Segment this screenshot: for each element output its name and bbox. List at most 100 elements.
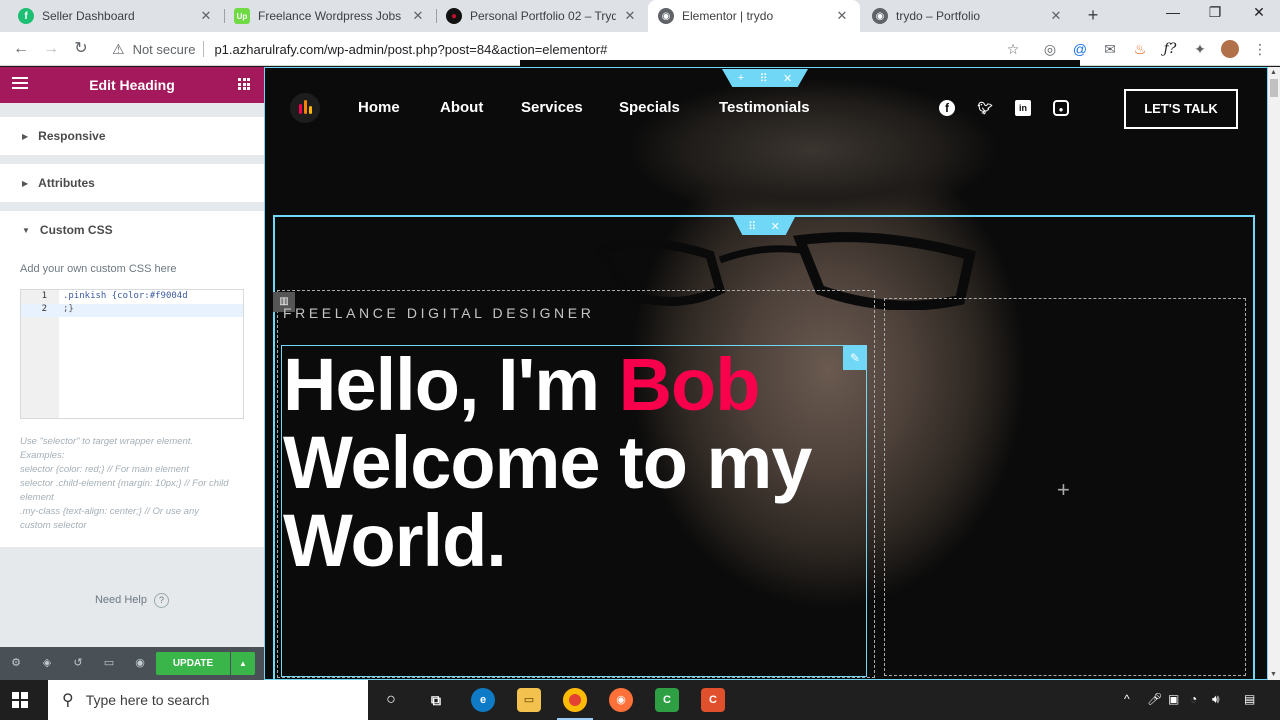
url-text[interactable]: p1.azharulrafy.com/wp-admin/post.php?pos… [214, 42, 607, 57]
add-section-icon[interactable]: + [738, 72, 744, 84]
volume-icon[interactable]: 🔊︎ [1212, 692, 1220, 707]
update-options-caret-icon[interactable]: ▲ [231, 652, 255, 675]
site-logo[interactable] [290, 93, 320, 123]
canvas-scrollbar[interactable]: ▲ ▼ [1268, 67, 1280, 680]
scroll-up-icon[interactable]: ▲ [1270, 69, 1277, 76]
css-code-editor[interactable]: 1 .pinkish {color:#f9004d 2 ;} [20, 289, 244, 419]
update-button[interactable]: UPDATE [156, 652, 230, 675]
mail-icon[interactable]: ✉ [1101, 40, 1119, 58]
scroll-thumb[interactable] [1270, 79, 1278, 97]
profile-avatar[interactable] [1221, 40, 1239, 58]
panel-header: Edit Heading [0, 67, 264, 103]
linkedin-icon[interactable]: in [1015, 100, 1031, 116]
minimize-icon[interactable]: — [1158, 4, 1188, 20]
section-responsive[interactable]: ▶ Responsive [0, 117, 264, 155]
search-placeholder[interactable]: Type here to search [86, 692, 210, 708]
widgets-grid-icon[interactable] [238, 78, 250, 90]
drag-handle-icon[interactable]: ⠿ [760, 72, 768, 85]
section-handle-inner[interactable]: ⠿ ✕ [733, 217, 795, 235]
puzzle-icon[interactable]: ✦ [1191, 40, 1209, 58]
heading-intro: Hello, I'm [283, 343, 619, 426]
camtasia-green-icon[interactable]: C [655, 688, 679, 712]
network-icon[interactable]: ▣ [1168, 692, 1179, 706]
hero-heading[interactable]: Hello, I'm Bob Welcome to my World. [283, 346, 863, 580]
file-explorer-icon[interactable]: ▭ [517, 688, 541, 712]
responsive-desktop-icon[interactable]: ▭ [102, 656, 116, 670]
lets-talk-button[interactable]: LET'S TALK [1124, 89, 1238, 129]
forward-icon[interactable]: → [40, 38, 62, 60]
code-text[interactable]: .pinkish {color:#f9004d [63, 291, 188, 301]
extension-fx-icon[interactable]: ƒ? [1161, 40, 1179, 58]
preview-eye-icon[interactable]: ◉ [133, 656, 147, 670]
fiverr-favicon-icon: f [18, 8, 34, 24]
facebook-icon[interactable]: f [939, 100, 955, 116]
taskbar-search[interactable]: ⚲ Type here to search [48, 680, 368, 720]
instagram-icon[interactable]: ● [1053, 100, 1069, 116]
firefox-icon[interactable]: ◉ [609, 688, 633, 712]
chrome-icon[interactable] [557, 688, 593, 720]
nav-home[interactable]: Home [358, 99, 400, 116]
kebab-menu-icon[interactable]: ⋮ [1251, 40, 1269, 58]
add-widget-icon[interactable]: + [1057, 477, 1070, 503]
browser-tab[interactable]: f Seller Dashboard ✕ [8, 0, 224, 32]
navigator-layers-icon[interactable]: ◈ [40, 656, 54, 670]
delete-section-icon[interactable]: ✕ [783, 72, 792, 85]
microphone-icon[interactable]: 🎤︎ [1147, 692, 1162, 706]
twitter-icon[interactable]: 🐦︎ [977, 100, 993, 116]
back-icon[interactable]: ← [10, 38, 32, 60]
need-help-label[interactable]: Need Help [95, 594, 147, 606]
close-tab-icon[interactable]: ✕ [834, 8, 850, 24]
browser-tab-active[interactable]: ◉ Elementor | trydo ✕ [648, 0, 860, 32]
nav-about[interactable]: About [440, 99, 483, 116]
browser-tab[interactable]: Up Freelance Wordpress Jobs Onl ✕ [224, 0, 436, 32]
extension-circle-icon[interactable]: ◎ [1041, 40, 1059, 58]
section-handle-top[interactable]: + ⠿ ✕ [722, 69, 808, 87]
help-line: selector {color: red;} // For main eleme… [20, 464, 189, 475]
code-line[interactable]: 1 .pinkish {color:#f9004d [21, 291, 243, 304]
close-tab-icon[interactable]: ✕ [410, 8, 426, 24]
section-label: Custom CSS [39, 223, 113, 237]
settings-gear-icon[interactable]: ⚙ [9, 656, 23, 670]
camtasia-red-icon[interactable]: C [701, 688, 725, 712]
section-label: Attributes [38, 176, 95, 190]
scroll-down-icon[interactable]: ▼ [1270, 671, 1277, 678]
task-view-icon[interactable]: ⧉ [424, 688, 448, 712]
new-tab-icon[interactable]: + [1084, 6, 1102, 24]
tray-up-arrow-icon[interactable]: ^ [1124, 692, 1130, 706]
reload-icon[interactable]: ↻ [70, 38, 92, 60]
question-icon[interactable]: ? [154, 593, 170, 608]
code-line[interactable]: 2 ;} [21, 304, 243, 317]
hamburger-menu-icon[interactable] [12, 77, 28, 92]
notification-icon[interactable]: ▤ [1244, 692, 1255, 706]
security-label[interactable]: Not secure [133, 42, 196, 57]
windows-start-icon[interactable] [12, 692, 28, 708]
close-tab-icon[interactable]: ✕ [1048, 8, 1064, 24]
close-window-icon[interactable]: ✕ [1244, 4, 1274, 21]
code-text[interactable]: ;} [63, 304, 74, 314]
heading-name: Bob [618, 343, 761, 426]
drag-handle-icon[interactable]: ⠿ [748, 220, 756, 233]
section-custom-css[interactable]: ▼ Custom CSS [0, 211, 264, 249]
delete-section-icon[interactable]: ✕ [771, 220, 780, 233]
nav-testimonials[interactable]: Testimonials [719, 99, 810, 116]
wifi-icon[interactable]: ◔ [1190, 692, 1197, 706]
browser-tab[interactable]: ● Personal Portfolio 02 – Trydo ✕ [436, 0, 648, 32]
hero-subheading[interactable]: FREELANCE DIGITAL DESIGNER [283, 305, 594, 321]
need-help-link[interactable]: Need Help ? [0, 593, 264, 608]
tab-title: Elementor | trydo [682, 9, 774, 23]
maximize-icon[interactable]: ❐ [1200, 4, 1230, 21]
section-attributes[interactable]: ▶ Attributes [0, 164, 264, 202]
close-tab-icon[interactable]: ✕ [622, 8, 638, 24]
extension-at-icon[interactable]: @ [1071, 40, 1089, 58]
cortana-icon[interactable]: ○ [379, 688, 403, 712]
help-line: Examples: [20, 450, 65, 461]
nav-specials[interactable]: Specials [619, 99, 680, 116]
edge-icon[interactable]: e [471, 688, 495, 712]
warning-icon[interactable]: ⚠ [112, 41, 125, 58]
browser-tab[interactable]: ◉ trydo – Portfolio ✕ [862, 0, 1074, 32]
history-icon[interactable]: ↺ [71, 656, 85, 670]
nav-services[interactable]: Services [521, 99, 583, 116]
close-tab-icon[interactable]: ✕ [198, 8, 214, 24]
browser-tabstrip: f Seller Dashboard ✕ Up Freelance Wordpr… [0, 0, 1280, 32]
extension-fire-icon[interactable]: ♨ [1131, 40, 1149, 58]
